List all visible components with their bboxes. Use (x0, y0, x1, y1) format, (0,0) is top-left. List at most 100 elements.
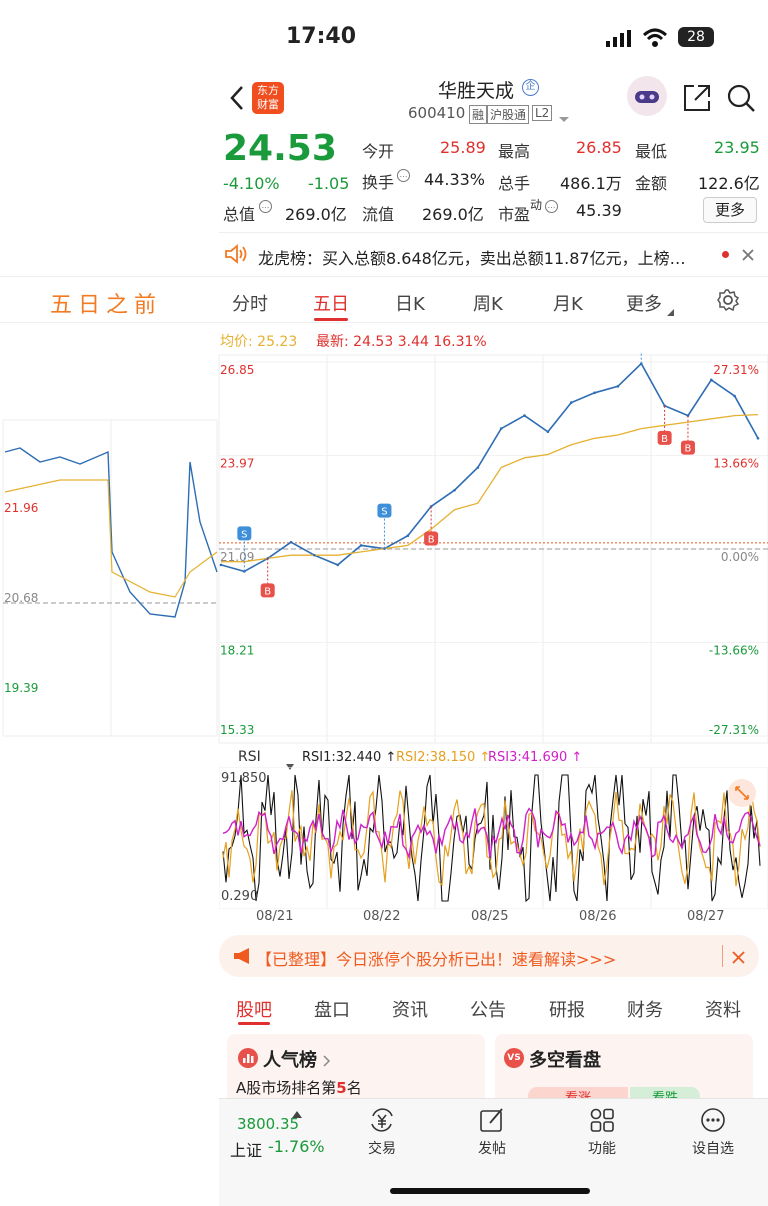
x-label-0825: 08/25 (471, 909, 509, 924)
search-icon[interactable] (726, 83, 756, 117)
market-cap-value: 269.0亿 (285, 205, 347, 224)
close-icon[interactable] (741, 247, 755, 266)
chevron-right-icon (323, 1052, 331, 1071)
bottom-tab-indicator (238, 1022, 270, 1025)
tab-finance[interactable]: 财务 (627, 996, 663, 1022)
yen-exchange-icon (371, 1108, 393, 1132)
tab-more-triangle-icon (667, 302, 675, 321)
rsi-select[interactable]: RSI (238, 749, 261, 765)
latest-price: 最新: 24.53 3.44 16.31% (316, 334, 487, 350)
rsi3-value: RSI3:41.690 ↑ (488, 750, 583, 765)
y-tick-left: 15.33 (220, 723, 254, 737)
marker-label: S (381, 507, 387, 518)
tab-weekly-k[interactable]: 周K (473, 290, 503, 316)
tab-monthly-k[interactable]: 月K (553, 290, 583, 316)
signal-icon (606, 30, 634, 52)
market-cap-label: 总值 (223, 205, 256, 224)
price-point (336, 563, 340, 567)
y-tick-right: -27.31% (709, 723, 759, 737)
rsi-bottom-label: 0.290 (221, 889, 259, 904)
notice-text[interactable]: 龙虎榜：买入总额8.648亿元，卖出总额11.87亿元，上榜… (258, 245, 686, 269)
stock-name: 华胜天成 (438, 80, 515, 102)
tag-margin: 融 (469, 105, 488, 124)
banner-text[interactable]: 【已整理】今日涨停个股分析已出！速看解读>>> (256, 946, 616, 970)
index-value[interactable]: 3800.35 (237, 1115, 299, 1133)
back-icon[interactable] (228, 84, 246, 116)
avg-series-line (221, 413, 759, 563)
marker-label: B (685, 444, 692, 455)
turnover-label: 换手 (362, 173, 395, 192)
info-icon[interactable]: … (259, 200, 272, 213)
nav-functions[interactable]: 功能 (577, 1106, 627, 1158)
y-tick-left: 23.97 (220, 457, 254, 471)
home-indicator (390, 1188, 590, 1194)
y-tick-right: 27.31% (713, 363, 759, 377)
close-icon[interactable] (732, 949, 745, 968)
chevron-down-icon[interactable] (558, 109, 570, 128)
wifi-icon (642, 28, 668, 52)
five-days-before-title: 五日之前 (50, 293, 163, 318)
stock-code: 600410 (408, 104, 466, 122)
gear-icon[interactable] (716, 288, 740, 316)
y-tick-left: 18.21 (220, 644, 254, 658)
tab-order-book[interactable]: 盘口 (314, 996, 350, 1022)
pe-value: 45.39 (576, 201, 622, 220)
pe-superscript: 动 (530, 198, 543, 212)
rsi-top-label: 91.850 (221, 771, 267, 786)
price-point (453, 488, 456, 492)
y-tick-right: -13.66% (709, 644, 759, 658)
info-icon[interactable]: … (545, 200, 558, 213)
more-dots-icon (701, 1108, 725, 1132)
avatar[interactable] (627, 76, 667, 116)
tab-more[interactable]: 更多 (626, 290, 662, 316)
chart-divider (0, 322, 768, 323)
nav-post[interactable]: 发帖 (467, 1106, 517, 1158)
expand-icon[interactable] (728, 779, 756, 807)
tab-profile[interactable]: 资料 (705, 996, 741, 1022)
tab-guba[interactable]: 股吧 (236, 996, 272, 1022)
price-point (359, 544, 363, 547)
tabs-divider (0, 276, 768, 277)
nav-trade[interactable]: 交易 (357, 1106, 407, 1158)
price-series-line (220, 362, 759, 573)
tab-announcements[interactable]: 公告 (470, 996, 506, 1022)
avg-price: 均价: 25.23 (220, 334, 298, 350)
price-point (499, 427, 503, 430)
popularity-title[interactable]: 人气榜 (263, 1046, 317, 1072)
price-point (523, 414, 526, 417)
amount-label: 金额 (635, 174, 668, 193)
x-label-0821: 08/21 (256, 909, 294, 924)
tab-daily-k[interactable]: 日K (395, 290, 425, 316)
rsi2-value: RSI2:38.150 ↑ (396, 750, 491, 765)
index-change[interactable]: -1.76% (268, 1137, 325, 1156)
banner-divider (722, 945, 723, 967)
marker-label: B (428, 534, 435, 545)
turnover-value: 44.33% (424, 170, 486, 189)
enterprise-icon: 企 (522, 79, 539, 96)
info-icon[interactable]: … (397, 169, 410, 182)
rsi-chart[interactable] (219, 767, 768, 909)
tab-active-indicator (314, 318, 348, 321)
tab-intraday[interactable]: 分时 (232, 290, 268, 316)
share-icon[interactable] (682, 83, 712, 117)
tab-research[interactable]: 研报 (549, 996, 585, 1022)
price-point (710, 378, 713, 382)
more-button[interactable]: 更多 (703, 197, 757, 223)
index-name[interactable]: 上证 (230, 1137, 262, 1161)
low-label: 最低 (635, 142, 668, 161)
price-point (546, 430, 550, 434)
tab-five-day[interactable]: 五日 (313, 290, 349, 316)
marker-label: B (661, 434, 668, 445)
bull-bear-title[interactable]: 多空看盘 (529, 1046, 601, 1072)
price-point (569, 401, 573, 404)
five-day-chart[interactable]: 26.8523.9721.0918.2115.3327.31%13.66%0.0… (0, 352, 768, 747)
open-value: 25.89 (440, 138, 486, 157)
low-value: 23.95 (714, 138, 760, 157)
prev-y-tick: 19.39 (4, 681, 38, 695)
battery-icon: 28 (678, 27, 714, 47)
pe-label: 市盈 (498, 205, 531, 224)
tag-l2: L2 (532, 105, 553, 121)
price-point (733, 394, 736, 398)
tab-news[interactable]: 资讯 (392, 996, 428, 1022)
nav-add-watchlist[interactable]: 设自选 (685, 1106, 741, 1158)
